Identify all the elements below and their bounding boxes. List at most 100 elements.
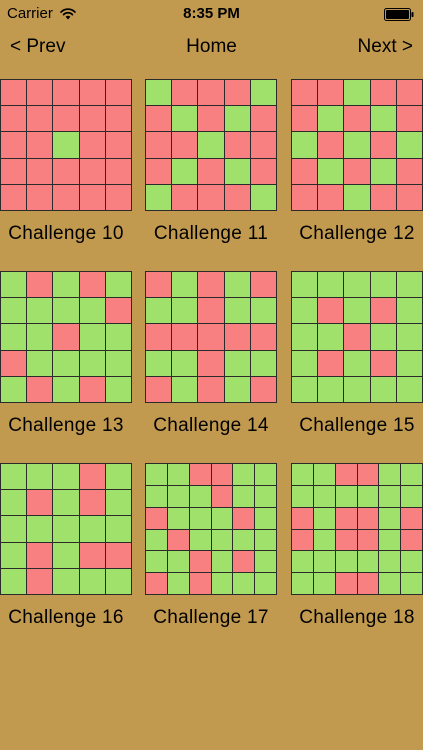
status-bar: Carrier 8:35 PM <box>0 0 423 28</box>
cell-green <box>1 324 27 350</box>
cell-green <box>53 516 79 542</box>
cell-green <box>396 298 422 324</box>
cell-red <box>53 106 79 132</box>
challenge-preview-grid[interactable] <box>145 463 277 595</box>
cell-red <box>189 551 211 573</box>
cell-green <box>292 573 313 594</box>
cell-red <box>233 507 255 529</box>
challenge-tile[interactable]: Challenge 13 <box>0 271 132 437</box>
challenge-label[interactable]: Challenge 14 <box>145 415 277 437</box>
challenge-tile[interactable]: Challenge 12 <box>291 79 423 245</box>
cell-green <box>146 298 172 324</box>
challenge-tile[interactable]: Challenge 14 <box>145 271 277 437</box>
cell-green <box>401 573 422 594</box>
challenge-label[interactable]: Challenge 18 <box>291 607 423 629</box>
cell-red <box>370 132 396 158</box>
cell-green <box>79 350 105 376</box>
challenge-preview-grid[interactable] <box>0 271 132 403</box>
cell-red <box>396 80 422 106</box>
challenge-label[interactable]: Challenge 12 <box>291 223 423 245</box>
next-button[interactable]: Next > <box>358 36 413 58</box>
cell-green <box>313 485 335 507</box>
cell-red <box>344 324 370 350</box>
cell-red <box>357 507 379 529</box>
challenge-label[interactable]: Challenge 11 <box>145 223 277 245</box>
cell-green <box>250 298 276 324</box>
cell-green <box>105 464 131 490</box>
cell-red <box>53 80 79 106</box>
cell-green <box>167 551 189 573</box>
cell-green <box>233 485 255 507</box>
status-time: 8:35 PM <box>183 5 240 22</box>
cell-green <box>1 272 27 298</box>
cell-green <box>224 158 250 184</box>
challenge-preview-grid[interactable] <box>291 463 423 595</box>
challenge-tile[interactable]: Challenge 10 <box>0 79 132 245</box>
challenge-tile[interactable]: Challenge 18 <box>291 463 423 629</box>
cell-green <box>79 568 105 594</box>
cell-green <box>146 350 172 376</box>
cell-green <box>224 272 250 298</box>
cell-red <box>27 272 53 298</box>
cell-red <box>250 132 276 158</box>
challenge-label[interactable]: Challenge 17 <box>145 607 277 629</box>
cell-red <box>198 298 224 324</box>
cell-red <box>396 184 422 210</box>
cell-red <box>370 80 396 106</box>
cell-green <box>357 551 379 573</box>
cell-green <box>401 551 422 573</box>
challenge-tile[interactable]: Challenge 16 <box>0 463 132 629</box>
cell-green <box>335 485 357 507</box>
challenge-preview-grid[interactable] <box>145 79 277 211</box>
cell-green <box>27 298 53 324</box>
cell-green <box>79 298 105 324</box>
cell-red <box>292 106 318 132</box>
cell-green <box>292 464 313 485</box>
cell-green <box>370 158 396 184</box>
challenge-preview-grid[interactable] <box>291 271 423 403</box>
cell-green <box>224 106 250 132</box>
cell-red <box>401 507 422 529</box>
cell-green <box>53 464 79 490</box>
cell-green <box>313 573 335 594</box>
cell-red <box>198 106 224 132</box>
challenge-tile[interactable]: Challenge 17 <box>145 463 277 629</box>
cell-red <box>224 80 250 106</box>
cell-red <box>318 350 344 376</box>
cell-red <box>79 132 105 158</box>
challenge-tile[interactable]: Challenge 11 <box>145 79 277 245</box>
navigation-bar: < Prev Home Next > <box>0 28 423 68</box>
cell-green <box>255 529 276 551</box>
cell-red <box>189 464 211 485</box>
cell-green <box>318 324 344 350</box>
cell-green <box>396 272 422 298</box>
cell-red <box>79 106 105 132</box>
prev-button[interactable]: < Prev <box>10 36 65 58</box>
challenge-label[interactable]: Challenge 15 <box>291 415 423 437</box>
challenge-preview-grid[interactable] <box>0 463 132 595</box>
battery-icon <box>384 8 414 21</box>
cell-green <box>292 324 318 350</box>
cell-red <box>370 184 396 210</box>
cell-green <box>379 464 401 485</box>
challenge-preview-grid[interactable] <box>145 271 277 403</box>
challenge-preview-grid[interactable] <box>0 79 132 211</box>
cell-green <box>146 529 167 551</box>
cell-green <box>370 376 396 402</box>
cell-green <box>167 507 189 529</box>
cell-green <box>357 485 379 507</box>
challenge-label[interactable]: Challenge 16 <box>0 607 132 629</box>
cell-green <box>27 516 53 542</box>
challenge-tile[interactable]: Challenge 15 <box>291 271 423 437</box>
cell-red <box>335 507 357 529</box>
challenge-label[interactable]: Challenge 13 <box>0 415 132 437</box>
cell-green <box>146 184 172 210</box>
challenge-preview-grid[interactable] <box>291 79 423 211</box>
challenge-label[interactable]: Challenge 10 <box>0 223 132 245</box>
cell-green <box>211 551 233 573</box>
cell-green <box>167 573 189 594</box>
cell-green <box>396 376 422 402</box>
cell-red <box>292 184 318 210</box>
cell-green <box>27 350 53 376</box>
cell-red <box>292 507 313 529</box>
